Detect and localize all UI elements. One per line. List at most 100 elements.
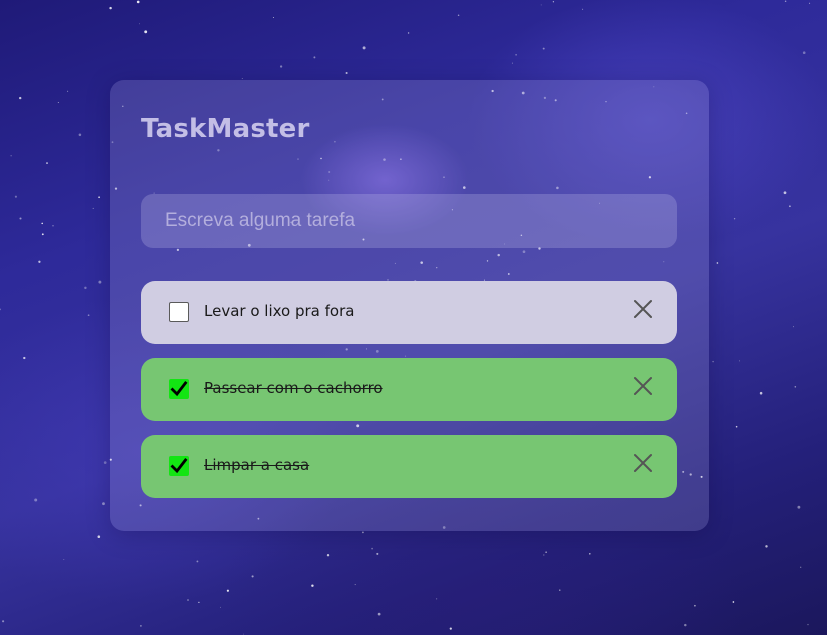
star xyxy=(97,535,101,538)
task-label: Limpar a casa xyxy=(204,456,310,474)
star xyxy=(809,2,811,4)
star xyxy=(457,14,460,17)
star xyxy=(41,222,43,225)
task-checkbox[interactable] xyxy=(169,379,189,399)
star xyxy=(41,233,44,236)
star xyxy=(198,601,200,604)
task-checkbox[interactable] xyxy=(169,456,189,476)
star xyxy=(784,0,787,2)
star xyxy=(732,601,735,603)
star xyxy=(313,56,316,59)
star xyxy=(377,612,381,616)
star xyxy=(98,196,100,199)
star xyxy=(543,554,545,556)
task-checkbox[interactable] xyxy=(169,302,189,322)
star xyxy=(220,606,222,608)
star xyxy=(759,391,763,395)
task-label: Passear com o cachorro xyxy=(204,379,383,397)
star xyxy=(243,633,244,635)
star xyxy=(783,191,787,195)
star xyxy=(140,625,142,627)
star xyxy=(712,360,714,363)
close-icon xyxy=(634,377,652,395)
star xyxy=(552,1,555,3)
star xyxy=(436,598,438,600)
star xyxy=(63,559,65,560)
delete-task-button[interactable] xyxy=(631,374,655,398)
star xyxy=(545,551,547,553)
star xyxy=(19,217,22,220)
star xyxy=(354,584,356,586)
todo-card: TaskMaster Levar o lixo pra fora Passear… xyxy=(110,80,709,531)
star xyxy=(345,71,348,75)
app-title: TaskMaster xyxy=(141,114,310,144)
star xyxy=(765,545,768,548)
delete-task-button[interactable] xyxy=(631,451,655,475)
star xyxy=(46,162,48,165)
delete-task-button[interactable] xyxy=(631,297,655,321)
star xyxy=(582,8,584,10)
star xyxy=(559,589,561,591)
star xyxy=(92,207,94,209)
star xyxy=(241,77,243,80)
star xyxy=(67,90,69,92)
star xyxy=(87,314,90,317)
star xyxy=(371,547,373,550)
task-item: Passear com o cachorro xyxy=(141,358,677,421)
star xyxy=(84,286,87,290)
star xyxy=(226,589,229,592)
star xyxy=(136,0,140,4)
star xyxy=(19,96,22,100)
star xyxy=(279,65,283,68)
star xyxy=(144,30,148,34)
star xyxy=(23,356,26,360)
star xyxy=(511,62,513,64)
new-task-input[interactable] xyxy=(141,194,677,248)
star xyxy=(793,326,794,328)
star xyxy=(694,604,696,607)
task-item: Limpar a casa xyxy=(141,435,677,498)
star xyxy=(362,531,364,534)
star xyxy=(684,623,687,627)
star xyxy=(739,360,740,362)
star xyxy=(272,17,274,18)
star xyxy=(735,425,738,428)
task-label: Levar o lixo pra fora xyxy=(204,302,355,320)
star xyxy=(449,627,452,630)
star xyxy=(542,47,545,50)
star xyxy=(10,155,12,157)
check-icon xyxy=(170,458,188,474)
star xyxy=(326,554,330,557)
star xyxy=(807,623,809,626)
star xyxy=(515,53,517,56)
star xyxy=(109,6,112,10)
check-icon xyxy=(170,381,188,397)
star xyxy=(789,205,791,208)
star xyxy=(589,553,591,555)
star xyxy=(57,102,59,103)
star xyxy=(78,133,82,137)
close-icon xyxy=(634,454,652,472)
star xyxy=(311,584,314,587)
star xyxy=(540,4,542,6)
star xyxy=(800,566,802,568)
close-icon xyxy=(634,300,652,318)
task-list: Levar o lixo pra fora Passear com o cach… xyxy=(141,281,677,512)
star xyxy=(376,552,379,555)
star xyxy=(362,46,366,50)
star xyxy=(34,498,38,502)
star xyxy=(196,560,199,563)
star xyxy=(794,386,797,388)
star xyxy=(2,620,5,623)
star xyxy=(733,218,736,220)
star xyxy=(38,260,41,263)
star xyxy=(802,51,806,55)
star xyxy=(14,195,17,198)
star xyxy=(52,225,54,227)
star xyxy=(407,32,410,34)
star xyxy=(251,575,254,578)
star xyxy=(139,23,140,25)
star xyxy=(716,262,719,264)
star xyxy=(797,505,801,509)
star xyxy=(102,502,105,506)
